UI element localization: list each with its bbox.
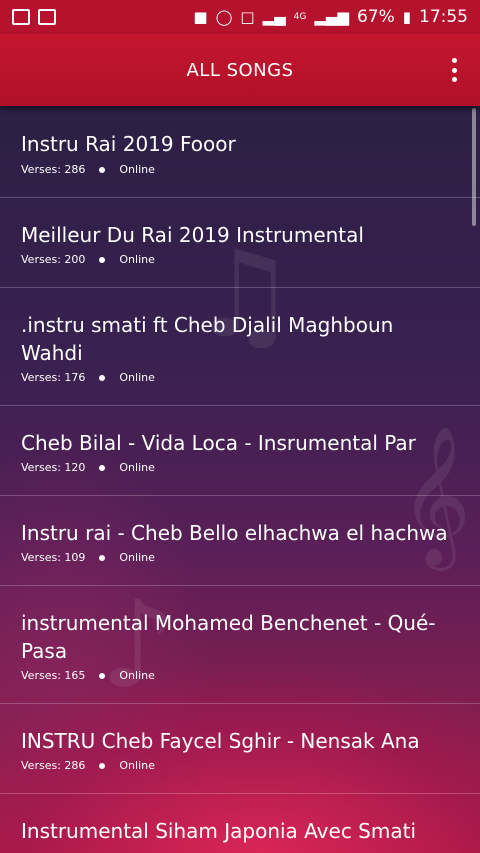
song-title: Instru rai - Cheb Bello elhachwa el hach… <box>21 521 448 545</box>
song-title: .instru smati ft Cheb Djalil Maghboun Wa… <box>21 313 394 365</box>
song-meta: Verses: 165 Online <box>21 669 155 682</box>
song-title: Meilleur Du Rai 2019 Instrumental <box>21 223 364 247</box>
song-meta: Verses: 286 Online <box>21 163 155 176</box>
song-meta: Verses: 120 Online <box>21 461 155 474</box>
sim-icon: □ <box>240 7 255 26</box>
app-bar: ALL SONGS <box>0 34 480 106</box>
battery-percent: 67% <box>356 7 395 27</box>
alarm-icon: ◯ <box>215 7 233 26</box>
clock: 17:55 <box>419 7 468 27</box>
verses-count: Verses: 165 <box>21 669 86 682</box>
verses-count: Verses: 286 <box>21 759 86 772</box>
song-title: instrumental Mohamed Benchenet - Qué-Pas… <box>21 611 436 663</box>
list-item[interactable]: Instru Rai 2019 Fooor Verses: 286 Online <box>0 106 480 198</box>
song-meta: Verses: 200 Online <box>21 253 155 266</box>
verses-count: Verses: 176 <box>21 371 86 384</box>
notification-icon: ■ <box>193 7 208 26</box>
song-title: Instru Rai 2019 Fooor <box>21 132 236 156</box>
separator-dot <box>99 464 106 471</box>
online-status: Online <box>119 253 155 266</box>
list-item[interactable]: Instrumental Siham Japonia Avec Smati <box>0 794 480 853</box>
song-meta: Verses: 286 Online <box>21 759 155 772</box>
online-status: Online <box>119 461 155 474</box>
online-status: Online <box>119 163 155 176</box>
signal-strength-icon: ▂▄▆ <box>314 7 349 26</box>
song-title: Cheb Bilal - Vida Loca - Insrumental Par <box>21 431 416 455</box>
song-meta: Verses: 176 Online <box>21 371 155 384</box>
gallery-icon <box>12 9 30 25</box>
verses-count: Verses: 120 <box>21 461 86 474</box>
separator-dot <box>99 374 106 381</box>
online-status: Online <box>119 759 155 772</box>
list-item[interactable]: instrumental Mohamed Benchenet - Qué-Pas… <box>0 586 480 704</box>
status-bar: ■ ◯ □ ▂▄ 4G ▂▄▆ 67% ▮ 17:55 <box>0 0 480 34</box>
online-status: Online <box>119 551 155 564</box>
online-status: Online <box>119 371 155 384</box>
song-meta: Verses: 109 Online <box>21 551 155 564</box>
page-title: ALL SONGS <box>186 59 294 81</box>
list-item[interactable]: Meilleur Du Rai 2019 Instrumental Verses… <box>0 198 480 288</box>
song-list[interactable]: ♫ 𝄞 ♪ Instru Rai 2019 Fooor Verses: 286 … <box>0 106 480 853</box>
song-title: INSTRU Cheb Faycel Sghir - Nensak Ana <box>21 729 420 753</box>
verses-count: Verses: 286 <box>21 163 86 176</box>
separator-dot <box>99 554 106 561</box>
verses-count: Verses: 109 <box>21 551 86 564</box>
separator-dot <box>99 256 106 263</box>
separator-dot <box>99 762 106 769</box>
battery-icon: ▮ <box>402 7 411 26</box>
verses-count: Verses: 200 <box>21 253 86 266</box>
list-item[interactable]: Instru rai - Cheb Bello elhachwa el hach… <box>0 496 480 586</box>
network-type: 4G <box>293 12 307 22</box>
separator-dot <box>99 166 106 173</box>
online-status: Online <box>119 669 155 682</box>
list-item[interactable]: Cheb Bilal - Vida Loca - Insrumental Par… <box>0 406 480 496</box>
list-item[interactable]: INSTRU Cheb Faycel Sghir - Nensak Ana Ve… <box>0 704 480 794</box>
list-item[interactable]: .instru smati ft Cheb Djalil Maghboun Wa… <box>0 288 480 406</box>
pulse-icon <box>38 9 56 25</box>
separator-dot <box>99 672 106 679</box>
song-title: Instrumental Siham Japonia Avec Smati <box>21 819 416 843</box>
more-options-icon[interactable] <box>450 58 458 82</box>
signal-icon: ▂▄ <box>262 7 286 26</box>
